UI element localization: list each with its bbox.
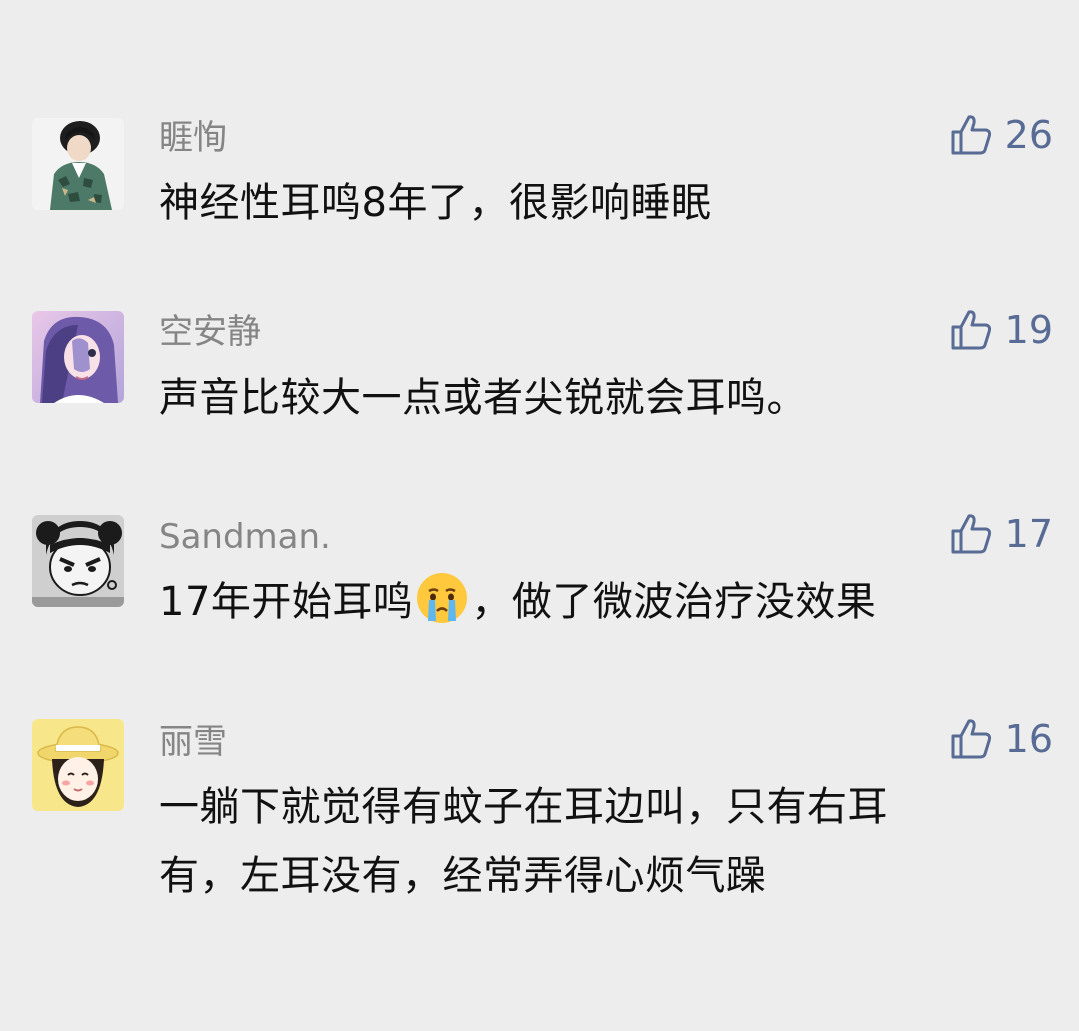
comment-text: 声音比较大一点或者尖锐就会耳鸣。 [159, 375, 807, 421]
username[interactable]: 空安静 [159, 312, 261, 352]
comment-text-part: 17年开始耳鸣 [159, 579, 414, 625]
comment-text: 17年开始耳鸣 ，做了微波治疗没效果 [159, 568, 1039, 647]
username[interactable]: 丽雪 [159, 722, 227, 762]
comment-text-line: 一躺下就觉得有蚊子在耳边叫，只有右耳 [159, 784, 888, 830]
avatar-girl-purple-hair-icon [32, 311, 124, 403]
comment-text: 神经性耳鸣8年了，很影响睡眠 [159, 180, 712, 226]
comment-text-part: ，做了微波治疗没效果 [471, 579, 877, 625]
like-count: 19 [1004, 308, 1053, 352]
like-button[interactable]: 16 [949, 717, 1053, 761]
like-button[interactable]: 26 [949, 113, 1053, 157]
avatar-boy-camo-jacket-icon [32, 118, 124, 210]
avatar[interactable] [32, 311, 124, 403]
like-count: 16 [1004, 717, 1053, 761]
crying-face-emoji-icon [415, 571, 469, 647]
like-button[interactable]: 17 [949, 512, 1053, 556]
username[interactable]: 睚恂 [159, 118, 227, 158]
thumbs-up-outline-icon [951, 310, 991, 350]
comment-text-line: 有，左耳没有，经常弄得心烦气躁 [159, 853, 767, 899]
thumbs-up-outline-icon [951, 514, 991, 554]
avatar[interactable] [32, 118, 124, 210]
like-button[interactable]: 19 [949, 308, 1053, 352]
comment-text: 一躺下就觉得有蚊子在耳边叫，只有右耳 有，左耳没有，经常弄得心烦气躁 [159, 773, 1039, 911]
avatar-girl-straw-hat-icon [32, 719, 124, 811]
username[interactable]: Sandman. [159, 517, 331, 557]
like-count: 26 [1004, 113, 1053, 157]
avatar[interactable] [32, 719, 124, 811]
avatar[interactable] [32, 515, 124, 607]
avatar-cartoon-bun-hair-icon [32, 515, 124, 607]
thumbs-up-outline-icon [951, 115, 991, 155]
thumbs-up-outline-icon [951, 719, 991, 759]
like-count: 17 [1004, 512, 1053, 556]
